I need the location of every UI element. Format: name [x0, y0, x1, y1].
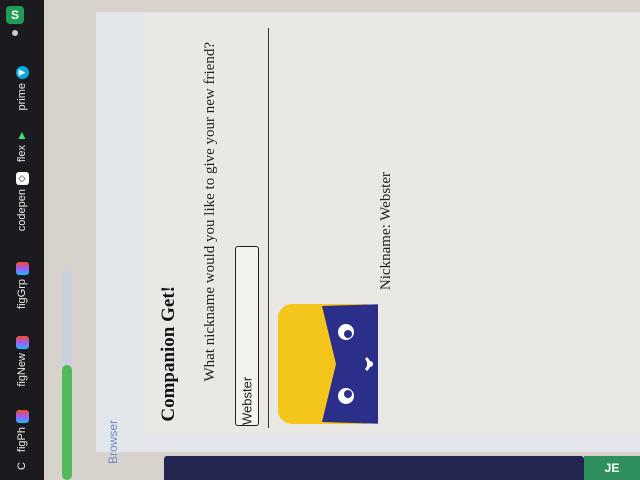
page-title: Companion Get! [158, 286, 179, 422]
browser-label[interactable]: Browser [106, 420, 120, 464]
bookmark-codepen[interactable]: ◇ codepen [6, 172, 38, 231]
bookmark-label: flex [16, 145, 28, 163]
prime-play-icon: ▶ [15, 66, 29, 79]
bookmark-prime[interactable]: ▶ prime [6, 66, 38, 111]
nickname-prompt: What nickname would you like to give you… [202, 42, 218, 382]
bookmark-label: figGrp [16, 279, 28, 309]
progress-bar [62, 270, 72, 480]
bookmark-flex[interactable]: ▲ flex [6, 127, 38, 163]
figma-icon [15, 336, 29, 349]
bookmark-label: C [16, 462, 28, 470]
bookmark-cut[interactable]: C [6, 462, 38, 470]
corner-button[interactable]: JE [584, 456, 640, 480]
pet-eye-pupil [344, 390, 352, 398]
bookmark-label: prime [16, 83, 28, 111]
extension-s-icon[interactable]: S [6, 6, 24, 24]
bookmark-label: figPh [16, 427, 28, 453]
pet-cat-image [278, 304, 378, 424]
more-dots-icon[interactable] [12, 30, 18, 36]
divider [268, 28, 269, 428]
pet-nose [367, 361, 373, 367]
bookmark-figph[interactable]: figPh [6, 410, 38, 452]
figma-icon [15, 410, 29, 423]
bookmark-label: figNew [16, 353, 28, 387]
nickname-input[interactable] [235, 246, 259, 426]
nickname-result: Nickname: Webster [378, 172, 394, 291]
codepen-icon: ◇ [15, 172, 29, 185]
bookmark-label: codepen [16, 189, 28, 232]
bookmarks-bar: S ▶ prime ▲ flex ◇ codepen figGrp figNew… [0, 0, 44, 480]
pet-eye-pupil [344, 330, 352, 338]
footer-bar [164, 456, 584, 480]
bookmark-figgrp[interactable]: figGrp [6, 262, 38, 309]
bookmark-fignew[interactable]: figNew [6, 336, 38, 387]
figma-icon [15, 262, 29, 275]
android-icon: ▲ [16, 127, 28, 142]
progress-fill [62, 364, 72, 480]
